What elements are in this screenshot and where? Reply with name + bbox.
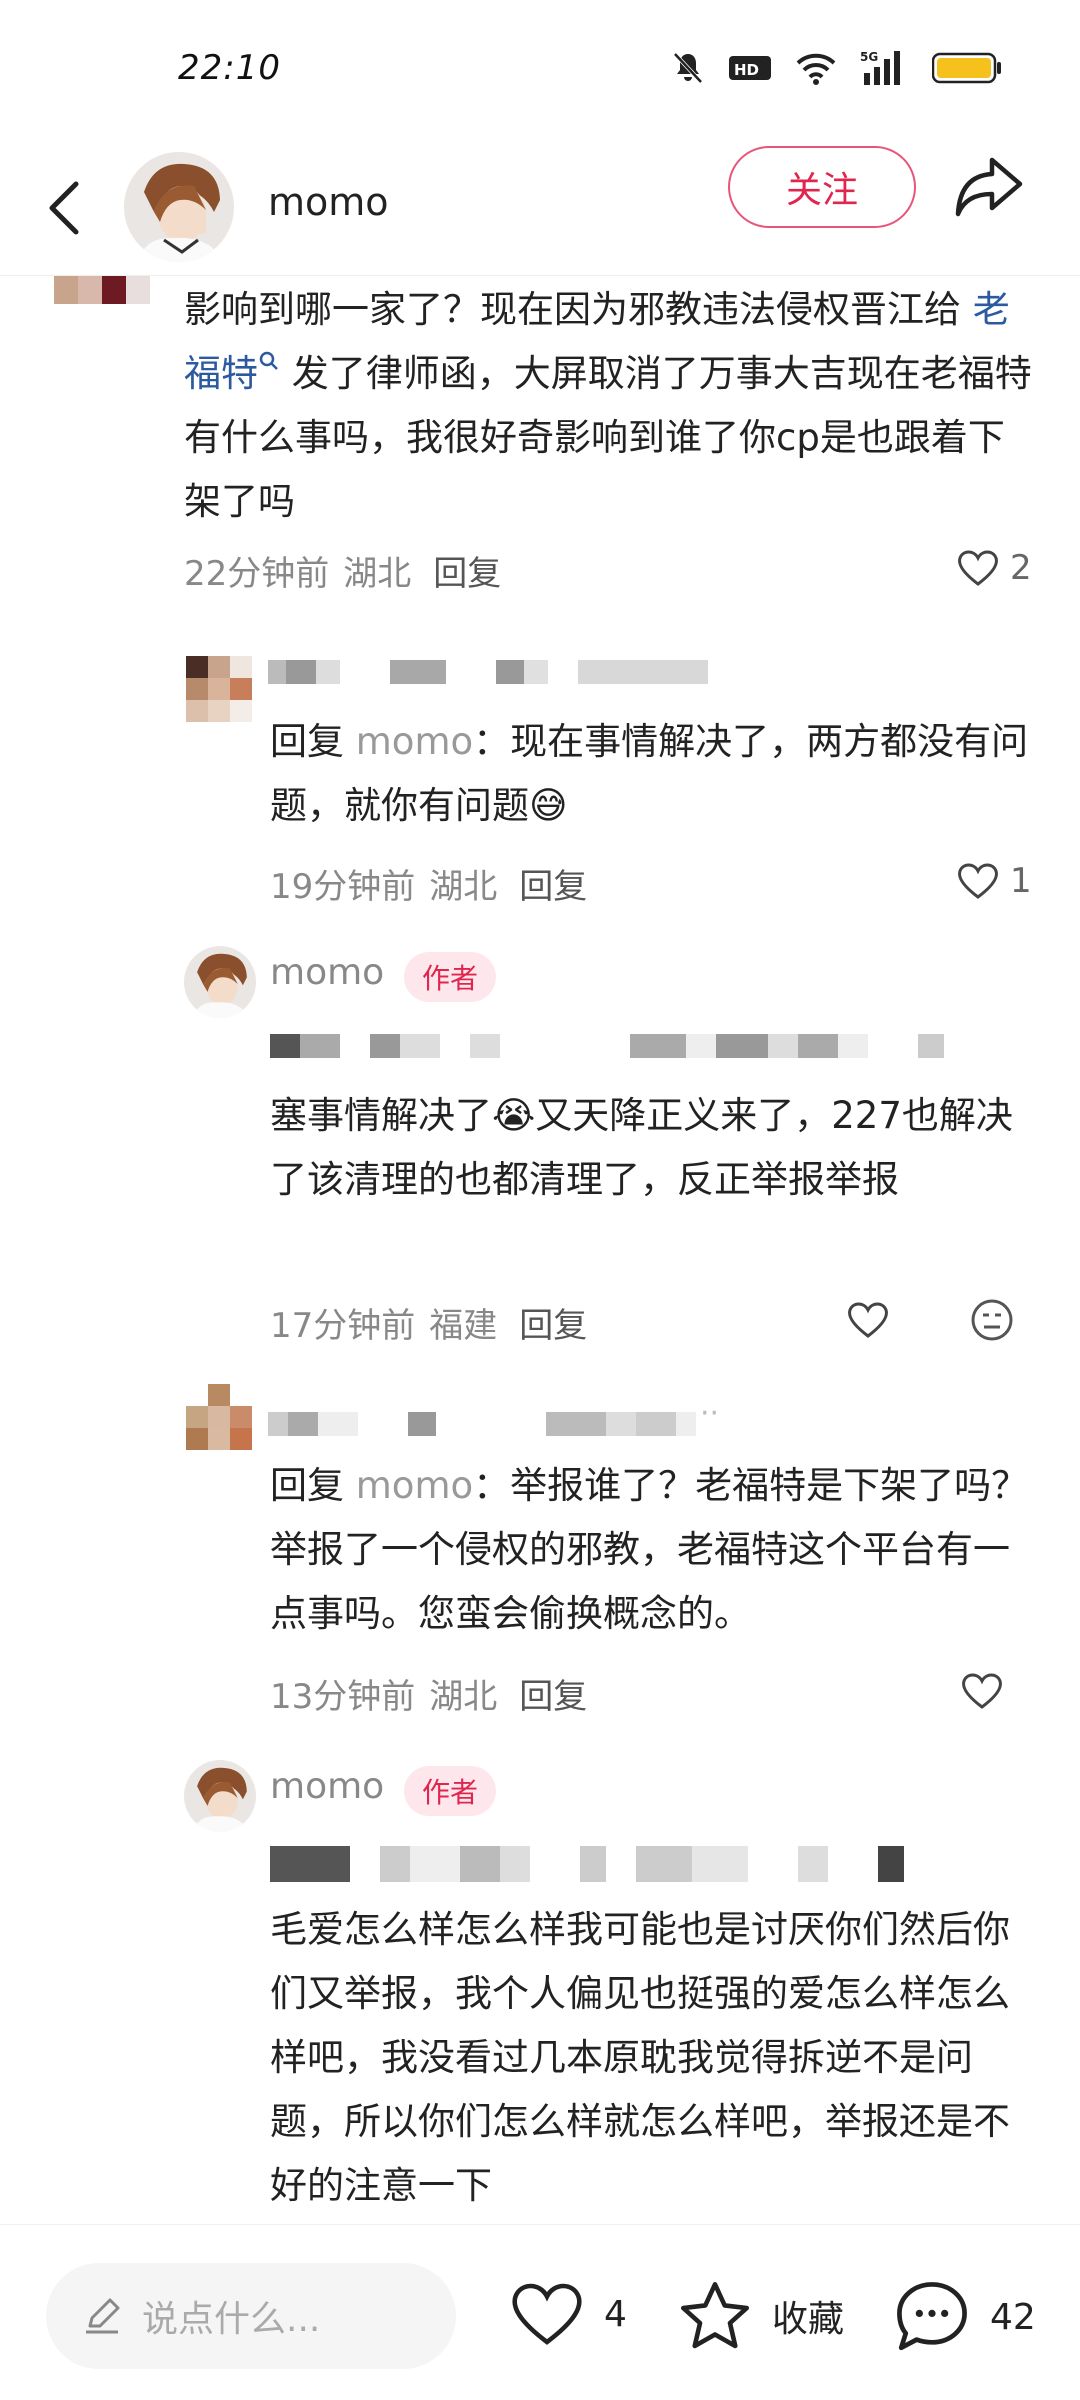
comment-input-placeholder: 说点什么... [142,2299,321,2340]
heart-icon [958,550,998,586]
battery-icon [932,52,1001,84]
reply-button[interactable]: 回复 [433,546,501,595]
comment-text: 塞事情解决了😭又天降正义来了，227也解决了该清理的也都清理了，反正举报举报 [270,1094,1013,1201]
like-button[interactable] [846,1300,890,1340]
comment-location: 湖北 [343,554,412,594]
blurred-avatar [186,1384,252,1450]
comment-thread: 影响到哪一家了？现在因为邪教违法侵权晋江给 老福特 发了律师函，大屏取消了万事大… [0,276,1080,2224]
svg-text:HD: HD [734,61,759,79]
post-header: momo 关注 [0,140,1080,276]
like-post-button[interactable]: 4 [508,2279,627,2349]
comment-count: 42 [990,2296,1036,2338]
collect-button[interactable]: 收藏 [676,2279,844,2353]
pencil-icon [86,2298,120,2334]
heart-icon [962,1673,1002,1709]
dislike-face-icon[interactable] [970,1298,1014,1342]
comment-meta: 19分钟前 湖北 回复 [270,859,587,908]
wifi-icon [796,53,836,85]
heart-icon [848,1302,888,1338]
comment-text: 影响到哪一家了？现在因为邪教违法侵权晋江给 老福特 发了律师函，大屏取消了万事大… [184,288,1032,523]
follow-button[interactable]: 关注 [728,146,916,228]
bottom-action-bar: 说点什么... 4 收藏 42 [0,2224,1080,2400]
mention-link[interactable]: momo [356,720,473,763]
blurred-quote [270,1034,944,1058]
comment-meta: 22分钟前 湖北 回复 [184,546,501,595]
status-icons: HD 5G [670,48,1002,88]
blurred-avatar [186,656,252,722]
reply-button[interactable]: 回复 [519,1669,587,1718]
signal-5g-icon: 5G [860,50,900,85]
comment-time: 19分钟前 [270,867,416,907]
share-icon[interactable] [952,152,1026,222]
comment-text: 回复 momo：现在事情解决了，两方都没有问题，就你有问题😅 [270,720,1029,827]
comment-time: 13分钟前 [270,1677,416,1717]
author-name[interactable]: momo [270,1766,384,1807]
comment-text: 回复 momo：举报谁了？老福特是下架了吗？举报了一个侵权的邪教，老福特这个平台… [270,1464,1029,1635]
like-button[interactable] [960,1671,1004,1711]
blurred-username [268,1412,696,1436]
blurred-avatar [54,276,150,304]
comment-bubble-icon [897,2282,967,2351]
heart-icon [958,863,998,899]
author-username[interactable]: momo [268,180,389,224]
star-icon [680,2281,750,2349]
comment-meta: 17分钟前 福建 回复 [270,1298,587,1347]
comment-location: 福建 [429,1306,498,1346]
mute-bell-icon [673,52,703,84]
reply-button[interactable]: 回复 [519,1298,587,1347]
blurred-username [268,660,708,684]
author-tag: 作者 [404,1766,497,1816]
author-avatar[interactable] [184,1760,256,1832]
search-icon [259,351,278,370]
author-avatar[interactable] [124,152,234,262]
reply-button[interactable]: 回复 [519,859,587,908]
author-tag: 作者 [404,952,497,1002]
comment-location: 湖北 [429,1677,498,1717]
comment-meta: 13分钟前 湖北 回复 [270,1669,587,1718]
like-button[interactable]: 1 [956,861,1032,901]
status-time: 22:10 [178,48,281,88]
like-count: 2 [1010,548,1032,588]
sweat-emoji: 😅 [529,784,568,827]
ellipsis-icon: ·· [700,1396,720,1431]
svg-text:5G: 5G [860,50,878,64]
collect-label: 收藏 [772,2299,845,2340]
comment-time: 22分钟前 [184,554,330,594]
like-button[interactable]: 2 [956,548,1032,588]
author-name[interactable]: momo [270,952,384,993]
crying-emoji: 😭 [492,1094,536,1137]
comment-location: 湖北 [429,867,498,907]
post-like-count: 4 [604,2293,627,2335]
comment-text: 毛爱怎么样怎么样我可能也是讨厌你们然后你们又举报，我个人偏见也挺强的爱怎么样怎么… [270,1908,1010,2207]
like-count: 1 [1010,861,1032,901]
blurred-quote [270,1846,904,1882]
comment-time: 17分钟前 [270,1306,416,1346]
heart-icon [512,2283,582,2345]
mention-link[interactable]: momo [356,1464,473,1507]
comment-input[interactable]: 说点什么... [46,2263,456,2369]
back-arrow-icon[interactable] [36,176,96,240]
hd-icon: HD [729,56,771,80]
status-bar: 22:10 HD 5G [0,0,1080,140]
author-avatar[interactable] [184,946,256,1018]
comment-count-button[interactable]: 42 [892,2279,1036,2355]
